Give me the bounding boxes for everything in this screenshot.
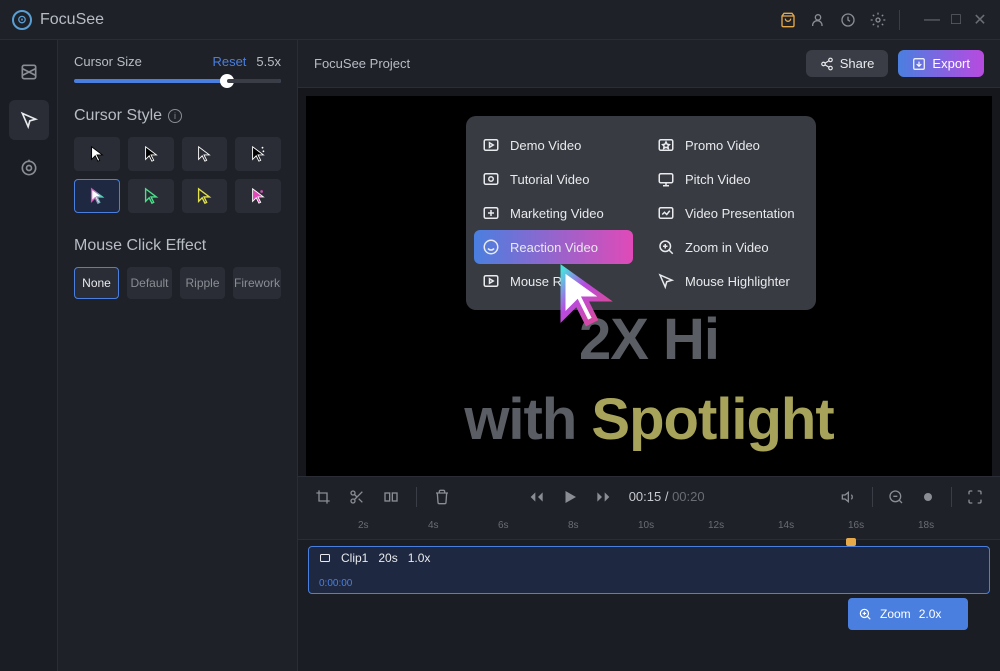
- rewind-icon[interactable]: [527, 488, 545, 506]
- settings-icon[interactable]: [869, 11, 887, 29]
- delete-icon[interactable]: [433, 488, 451, 506]
- titlebar: ⊙ FocuSee — □ ✕: [0, 0, 1000, 40]
- preview-area: 2X Hi with Spotlight Demo Video Promo Vi…: [306, 96, 992, 476]
- cut-icon[interactable]: [348, 488, 366, 506]
- cursor-size-slider[interactable]: [74, 79, 281, 83]
- play-icon[interactable]: [561, 488, 579, 506]
- zoom-icon: [657, 238, 675, 256]
- effect-firework[interactable]: Firework: [233, 267, 281, 299]
- ruler-tick: 14s: [778, 520, 794, 531]
- forward-icon[interactable]: [595, 488, 613, 506]
- timeline-toolbar: 00:15 / 00:20: [298, 476, 1000, 516]
- ruler-tick: 16s: [848, 520, 864, 531]
- clip-icon: [319, 552, 331, 564]
- tool-cursor-icon[interactable]: [9, 100, 49, 140]
- preview-text-2: with Spotlight: [306, 386, 992, 453]
- ruler-tick: 18s: [918, 520, 934, 531]
- app-name: FocuSee: [40, 11, 104, 29]
- ruler-tick: 2s: [358, 520, 369, 531]
- close-button[interactable]: ✕: [972, 12, 988, 28]
- menu-mouse-highlighter[interactable]: Mouse Highlighter: [641, 264, 816, 298]
- cursor-style-outline[interactable]: [182, 137, 228, 171]
- clip-label: Clip1 20s 1.0x: [319, 551, 430, 565]
- slider-thumb[interactable]: [220, 74, 234, 88]
- preview-text-1: 2X Hi: [306, 306, 992, 373]
- chart-icon: [657, 204, 675, 222]
- volume-icon[interactable]: [840, 488, 858, 506]
- click-effect-label: Mouse Click Effect: [74, 237, 206, 255]
- ruler-tick: 8s: [568, 520, 579, 531]
- effect-ripple[interactable]: Ripple: [180, 267, 225, 299]
- menu-demo-video[interactable]: Demo Video: [466, 128, 641, 162]
- menu-marketing-video[interactable]: Marketing Video: [466, 196, 641, 230]
- tool-layers-icon[interactable]: [9, 52, 49, 92]
- ruler-tick: 12s: [708, 520, 724, 531]
- timeline-ruler[interactable]: 2s 4s 6s 8s 10s 12s 14s 16s 18s: [298, 516, 1000, 540]
- cursor-style-label: Cursor Style: [74, 107, 162, 125]
- ruler-tick: 10s: [638, 520, 654, 531]
- mouse-icon: [482, 272, 500, 290]
- zoom-label: Zoom: [880, 607, 911, 621]
- cursor-size-value: 5.5x: [256, 54, 281, 69]
- timeline[interactable]: 2s 4s 6s 8s 10s 12s 14s 16s 18s Clip1 20…: [298, 516, 1000, 671]
- tool-camera-icon[interactable]: [9, 148, 49, 188]
- cursor-style-pink[interactable]: [235, 179, 281, 213]
- large-cursor-icon: [551, 261, 621, 331]
- menu-reaction-video[interactable]: Reaction Video: [474, 230, 633, 264]
- cursor-style-default[interactable]: [74, 137, 120, 171]
- menu-tutorial-video[interactable]: Tutorial Video: [466, 162, 641, 196]
- zoom-value: 2.0x: [919, 607, 942, 621]
- tool-sidebar: [0, 40, 58, 671]
- app-logo-icon: ⊙: [12, 10, 32, 30]
- menu-promo-video[interactable]: Promo Video: [641, 128, 816, 162]
- menu-zoom-video[interactable]: Zoom in Video: [641, 230, 816, 264]
- cursor-style-sparkle[interactable]: [235, 137, 281, 171]
- ruler-tick: 6s: [498, 520, 509, 531]
- video-icon: [482, 136, 500, 154]
- clip-start-time: 0:00:00: [319, 578, 352, 589]
- reset-link[interactable]: Reset: [212, 54, 246, 69]
- playhead[interactable]: [850, 540, 852, 546]
- highlight-icon: [657, 272, 675, 290]
- book-icon: [482, 170, 500, 188]
- clip-track[interactable]: Clip1 20s 1.0x 0:00:00: [308, 546, 990, 594]
- effect-default[interactable]: Default: [127, 267, 172, 299]
- time-display: 00:15 / 00:20: [629, 489, 705, 504]
- share-button[interactable]: Share: [806, 50, 889, 77]
- cursor-style-yellow[interactable]: [182, 179, 228, 213]
- history-icon[interactable]: [839, 11, 857, 29]
- fit-icon[interactable]: [966, 488, 984, 506]
- cursor-style-green[interactable]: [128, 179, 174, 213]
- zoom-out-icon[interactable]: [887, 488, 905, 506]
- cursor-style-gradient[interactable]: [74, 179, 120, 213]
- info-icon[interactable]: i: [168, 109, 182, 123]
- video-type-menu: Demo Video Promo Video Tutorial Video Pi…: [466, 116, 816, 310]
- user-icon[interactable]: [809, 11, 827, 29]
- menu-pitch-video[interactable]: Pitch Video: [641, 162, 816, 196]
- zoom-track-icon: [858, 607, 872, 621]
- zoom-level-icon[interactable]: [919, 488, 937, 506]
- megaphone-icon: [482, 204, 500, 222]
- cart-icon[interactable]: [779, 11, 797, 29]
- presentation-icon: [657, 170, 675, 188]
- star-icon: [657, 136, 675, 154]
- split-icon[interactable]: [382, 488, 400, 506]
- zoom-track[interactable]: Zoom 2.0x: [848, 598, 968, 630]
- cursor-style-black[interactable]: [128, 137, 174, 171]
- effect-none[interactable]: None: [74, 267, 119, 299]
- minimize-button[interactable]: —: [924, 12, 940, 28]
- menu-video-presentation[interactable]: Video Presentation: [641, 196, 816, 230]
- maximize-button[interactable]: □: [948, 12, 964, 28]
- ruler-tick: 4s: [428, 520, 439, 531]
- content-header: FocuSee Project Share Export: [298, 40, 1000, 88]
- cursor-size-label: Cursor Size: [74, 54, 142, 69]
- face-icon: [482, 238, 500, 256]
- project-name: FocuSee Project: [314, 56, 410, 71]
- cursor-panel: Cursor Size Reset 5.5x Cursor Style i Mo…: [58, 40, 298, 671]
- export-button[interactable]: Export: [898, 50, 984, 77]
- crop-icon[interactable]: [314, 488, 332, 506]
